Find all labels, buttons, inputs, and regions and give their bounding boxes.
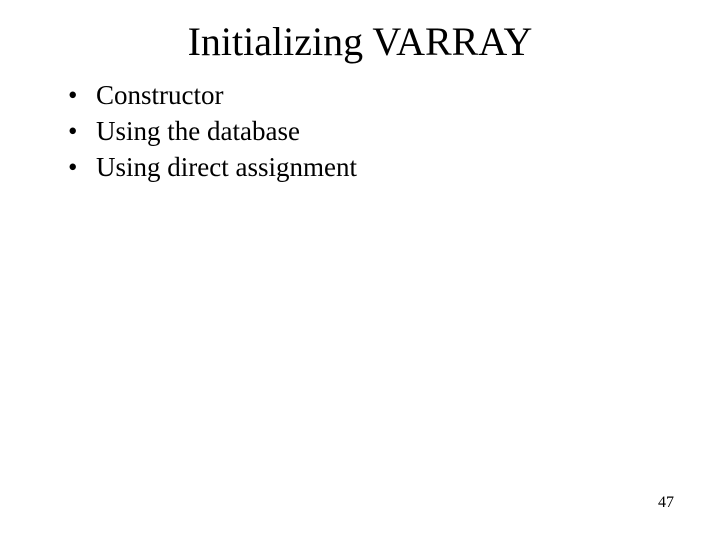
list-item: Constructor: [68, 79, 670, 113]
bullet-list: Constructor Using the database Using dir…: [50, 79, 670, 184]
slide-container: Initializing VARRAY Constructor Using th…: [0, 0, 720, 540]
list-item: Using the database: [68, 115, 670, 149]
page-number: 47: [658, 494, 674, 512]
list-item: Using direct assignment: [68, 151, 670, 185]
slide-title: Initializing VARRAY: [110, 18, 610, 65]
